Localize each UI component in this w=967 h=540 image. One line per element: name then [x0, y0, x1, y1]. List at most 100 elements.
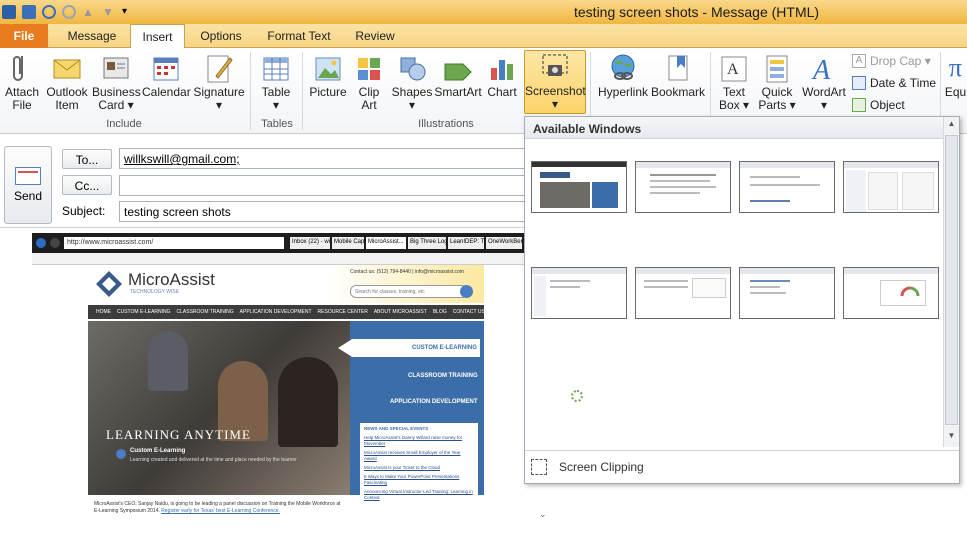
nav-item: ABOUT MICROASSIST — [373, 309, 427, 315]
forward-icon — [50, 238, 60, 248]
screenshot-button[interactable]: Screenshot ▾ — [524, 50, 586, 114]
picture-button[interactable]: Picture — [306, 52, 350, 99]
text-box-button[interactable]: A Text Box ▾ — [714, 52, 754, 112]
calendar-button[interactable]: Calendar — [142, 52, 191, 99]
date-time-button[interactable]: Date & Time — [852, 76, 936, 90]
bar-chart-icon — [487, 52, 517, 84]
hero-sub-title: Custom E-Learning — [130, 448, 186, 454]
nav-item: CUSTOM E-LEARNING — [117, 309, 171, 315]
business-card-button[interactable]: Business Card ▾ — [92, 52, 141, 112]
site-brand: MicroAssist — [128, 270, 215, 289]
browser-tab: OneWorkBench... — [486, 237, 522, 249]
gallery-scrollbar[interactable]: ▲ ▼ — [943, 117, 959, 447]
body-scroll-down-icon[interactable]: ⌄ — [539, 509, 547, 520]
text-box-icon: A — [719, 52, 749, 84]
window-thumbnail[interactable] — [739, 161, 835, 213]
window-thumbnail[interactable] — [843, 161, 939, 213]
send-button[interactable]: Send — [4, 146, 52, 224]
window-thumbnail[interactable] — [531, 267, 627, 319]
loading-spinner-icon — [571, 390, 583, 402]
hero-person — [278, 357, 338, 447]
subject-field[interactable]: testing screen shots — [119, 201, 526, 222]
side-link: APPLICATION DEVELOPMENT — [390, 399, 478, 405]
drop-cap-icon: A — [852, 54, 866, 68]
wordart-button[interactable]: A WordArt ▾ — [800, 52, 848, 112]
nav-item: APPLICATION DEVELOPMENT — [239, 309, 312, 315]
signature-button[interactable]: Signature ▾ — [192, 52, 246, 112]
table-icon — [261, 52, 291, 84]
object-icon — [852, 98, 866, 112]
news-box: NEWS AND SPECIAL EVENTS Help MicroAssist… — [360, 423, 478, 523]
group-tables-label: Tables — [261, 118, 293, 130]
window-thumbnail[interactable] — [739, 267, 835, 319]
side-link: CUSTOM E-LEARNING — [412, 345, 477, 351]
globe-link-icon — [608, 52, 638, 84]
screen-clipping-icon — [531, 459, 547, 475]
pi-icon: π — [948, 53, 963, 82]
title-bar: ▲ ▼ ▾ testing screen shots - Message (HT… — [0, 0, 967, 24]
nav-item: RESOURCE CENTER — [317, 309, 368, 315]
news-item: Help MicroAssist's Danny Willard raise m… — [364, 435, 463, 446]
chart-button[interactable]: Chart — [484, 52, 520, 99]
pen-paper-icon — [204, 52, 234, 84]
quick-parts-button[interactable]: Quick Parts ▾ — [756, 52, 798, 112]
outlook-icon[interactable] — [2, 5, 16, 19]
outlook-item-button[interactable]: Outlook Item — [44, 52, 90, 112]
nav-item: CLASSROOM TRAINING — [176, 309, 234, 315]
window-thumbnail[interactable] — [635, 161, 731, 213]
clip-art-button[interactable]: Clip Art — [352, 52, 386, 112]
window-thumbnail[interactable] — [843, 267, 939, 319]
hero-sub-text: Learning created and delivered at the ti… — [130, 457, 297, 463]
customize-qat-icon[interactable]: ▾ — [122, 5, 136, 19]
scroll-thumb[interactable] — [945, 135, 958, 425]
attach-file-button[interactable]: Attach File — [2, 52, 42, 112]
tab-file[interactable]: File — [0, 24, 48, 48]
table-button[interactable]: Table ▾ — [256, 52, 296, 112]
window-thumbnail[interactable] — [635, 267, 731, 319]
site-nav: HOME CUSTOM E-LEARNING CLASSROOM TRAININ… — [88, 305, 485, 319]
smartart-button[interactable]: SmartArt — [434, 52, 482, 99]
hyperlink-button[interactable]: Hyperlink — [594, 52, 652, 99]
bookmark-button[interactable]: Bookmark — [650, 52, 706, 99]
save-icon[interactable] — [22, 5, 36, 19]
to-button[interactable]: To... — [62, 149, 112, 169]
up-arrow-icon[interactable]: ▲ — [82, 5, 96, 19]
tab-insert[interactable]: Insert — [130, 24, 185, 49]
tab-review[interactable]: Review — [346, 24, 404, 48]
cc-field[interactable] — [119, 175, 526, 196]
separator — [302, 52, 303, 130]
subject-label: Subject: — [62, 204, 106, 218]
undo-icon[interactable] — [42, 5, 56, 19]
tab-format-text[interactable]: Format Text — [258, 24, 340, 48]
tab-message[interactable]: Message — [56, 24, 128, 48]
scroll-down-icon[interactable]: ▼ — [945, 431, 958, 444]
browser-tab: Mobile Captivat... — [332, 237, 364, 249]
shapes-button[interactable]: Shapes ▾ — [390, 52, 434, 112]
down-arrow-icon[interactable]: ▼ — [102, 5, 116, 19]
date-time-icon — [852, 76, 866, 90]
picture-icon — [313, 52, 343, 84]
footer-link: Register early for Texas' best E-Learnin… — [161, 508, 280, 514]
news-item: Announcing Virtual Instructor-Led Traini… — [364, 489, 473, 500]
redo-icon[interactable] — [62, 5, 76, 19]
news-title: NEWS AND SPECIAL EVENTS — [364, 426, 429, 431]
group-include-label: Include — [106, 118, 142, 130]
drop-cap-button[interactable]: A Drop Cap ▾ — [852, 54, 931, 68]
site-footer-text: MicroAssist's CEO, Sanjay Naidu, is goin… — [94, 501, 341, 514]
equation-button[interactable]: π Equ — [944, 52, 967, 99]
tab-options[interactable]: Options — [190, 24, 252, 48]
screen-clipping-button[interactable]: Screen Clipping — [525, 450, 959, 483]
browser-toolbar — [32, 253, 524, 265]
to-field[interactable]: willkswill@gmail.com; — [119, 148, 526, 169]
cc-button[interactable]: Cc... — [62, 175, 112, 195]
site-brand-sub: TECHNOLOGY WISE — [130, 289, 180, 295]
window-thumbnail[interactable] — [531, 161, 627, 213]
hero-person — [148, 331, 188, 391]
screen-clipping-label: Screen Clipping — [559, 460, 644, 474]
ribbon-tabs: File Message Insert Options Format Text … — [0, 24, 967, 49]
scroll-up-icon[interactable]: ▲ — [945, 119, 958, 132]
object-button[interactable]: Object — [852, 98, 905, 112]
send-label: Send — [13, 189, 43, 203]
svg-text:A: A — [727, 61, 739, 78]
site-side-panel: CUSTOM E-LEARNING CLASSROOM TRAINING APP… — [338, 321, 484, 523]
